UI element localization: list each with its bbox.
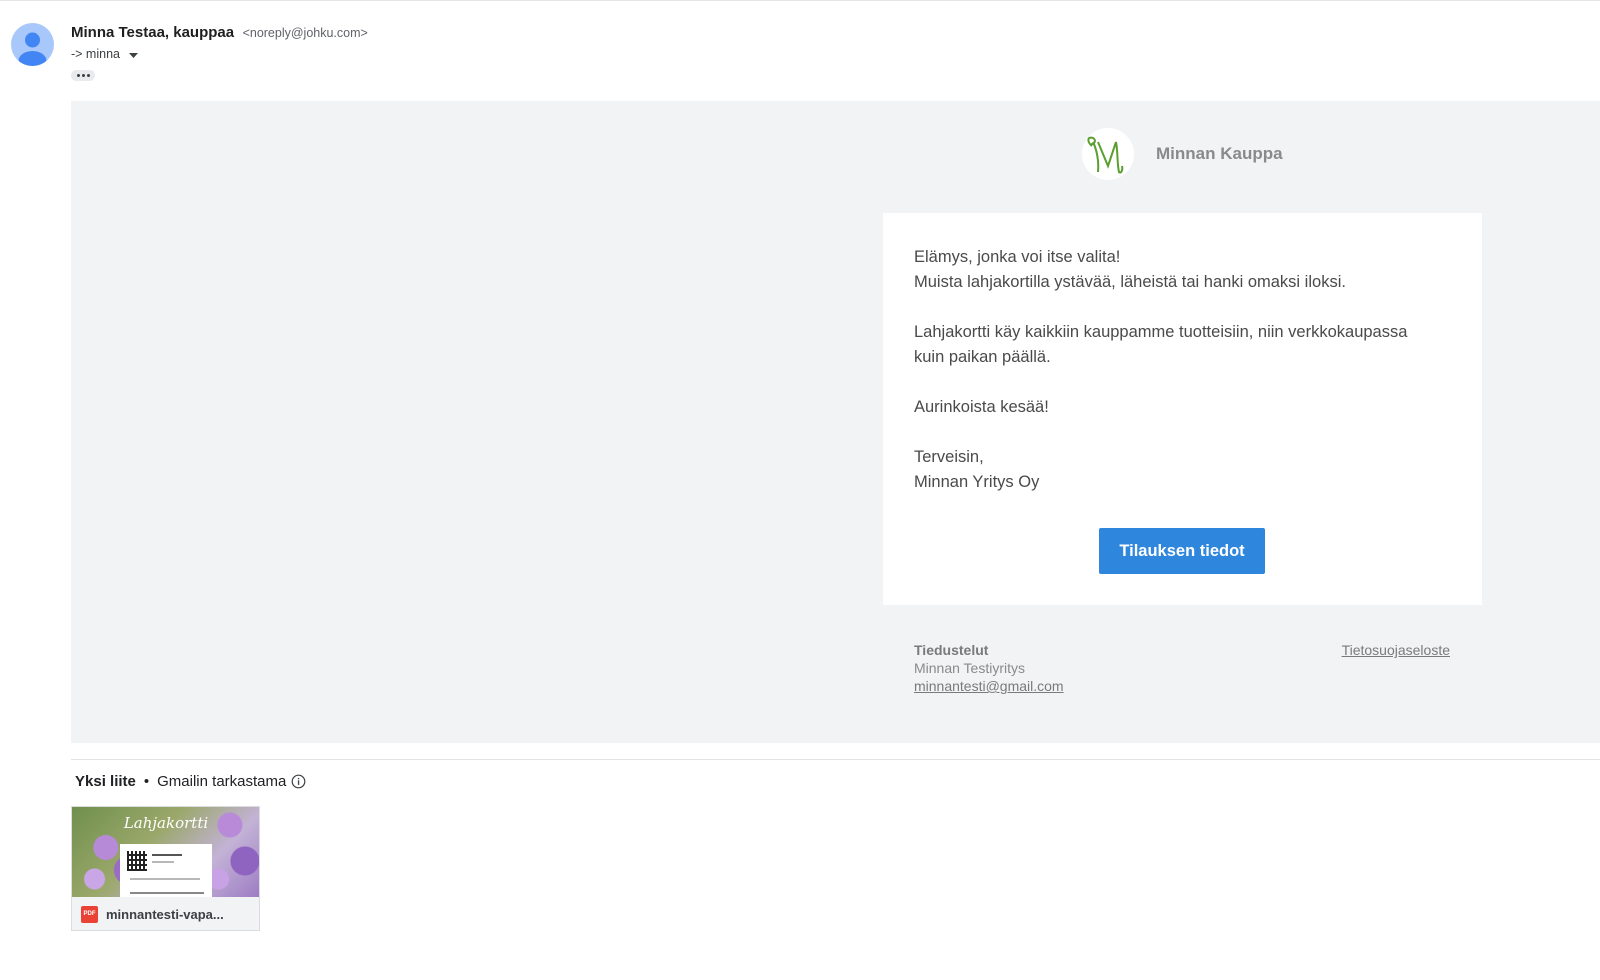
- sender-name[interactable]: Minna Testaa, kauppaa: [71, 24, 234, 41]
- email-footer: Tiedustelut Minnan Testiyritys minnantes…: [914, 641, 1450, 695]
- recipient-label: -> minna: [71, 47, 120, 61]
- qr-code-icon: [127, 851, 147, 871]
- scan-status: Gmailin tarkastama: [157, 773, 287, 790]
- sender-email: <noreply@johku.com>: [242, 26, 368, 40]
- paragraph-line: Minnan Yritys Oy: [914, 473, 1040, 491]
- brand-header: Minnan Kauppa: [1082, 127, 1283, 181]
- caret-down-icon: [129, 48, 139, 62]
- brand-name: Minnan Kauppa: [1156, 144, 1283, 163]
- email-view: Minna Testaa, kauppaa <noreply@johku.com…: [0, 0, 1600, 980]
- privacy-policy-link[interactable]: Tietosuojaseloste: [1342, 641, 1450, 659]
- attachment-card[interactable]: Lahjakortti PDF minnantesti-vapa...: [71, 806, 260, 931]
- attachments-divider: [71, 759, 1600, 760]
- paragraph-line: Terveisin,: [914, 448, 984, 466]
- footer-company: Minnan Testiyritys: [914, 660, 1026, 676]
- footer-email-link[interactable]: minnantesti@gmail.com: [914, 678, 1064, 694]
- message-card: Elämys, jonka voi itse valita! Muista la…: [883, 213, 1482, 605]
- thumbnail-paper: [120, 844, 212, 897]
- paragraph-line: Elämys, jonka voi itse valita!: [914, 248, 1121, 266]
- paragraph-line: Lahjakortti käy kaikkiin kauppamme tuott…: [914, 323, 1408, 341]
- recipient-details-toggle[interactable]: -> minna: [71, 47, 139, 62]
- email-body: Minnan Kauppa Elämys, jonka voi itse val…: [71, 101, 1600, 743]
- thumbnail-title: Lahjakortti: [123, 814, 209, 832]
- account-avatar-icon[interactable]: [11, 23, 54, 66]
- message-text: Elämys, jonka voi itse valita! Muista la…: [914, 245, 1454, 495]
- brand-logo-icon: [1082, 128, 1134, 180]
- attachment-name: minnantesti-vapa...: [106, 906, 224, 922]
- order-details-button[interactable]: Tilauksen tiedot: [1099, 528, 1265, 574]
- paragraph: Aurinkoista kesää!: [914, 395, 1454, 420]
- paragraph: Lahjakortti käy kaikkiin kauppamme tuott…: [914, 320, 1454, 370]
- info-icon[interactable]: [291, 774, 306, 789]
- paragraph: Terveisin, Minnan Yritys Oy: [914, 445, 1454, 495]
- sender-line: Minna Testaa, kauppaa <noreply@johku.com…: [71, 24, 368, 44]
- attachment-count: Yksi liite: [75, 773, 136, 790]
- attachment-thumbnail: Lahjakortti: [72, 807, 259, 897]
- pdf-icon: PDF: [81, 905, 98, 923]
- paragraph-line: kuin paikan päällä.: [914, 348, 1051, 366]
- paragraph-line: Muista lahjakortilla ystävää, läheistä t…: [914, 273, 1346, 291]
- separator-dot: •: [143, 773, 150, 790]
- attachment-footer: PDF minnantesti-vapa...: [72, 897, 259, 930]
- top-divider: [0, 0, 1600, 1]
- attachments-header: Yksi liite • Gmailin tarkastama: [75, 773, 306, 790]
- paragraph-line: Aurinkoista kesää!: [914, 398, 1049, 416]
- paragraph: Elämys, jonka voi itse valita! Muista la…: [914, 245, 1454, 295]
- more-options-icon[interactable]: [71, 70, 95, 81]
